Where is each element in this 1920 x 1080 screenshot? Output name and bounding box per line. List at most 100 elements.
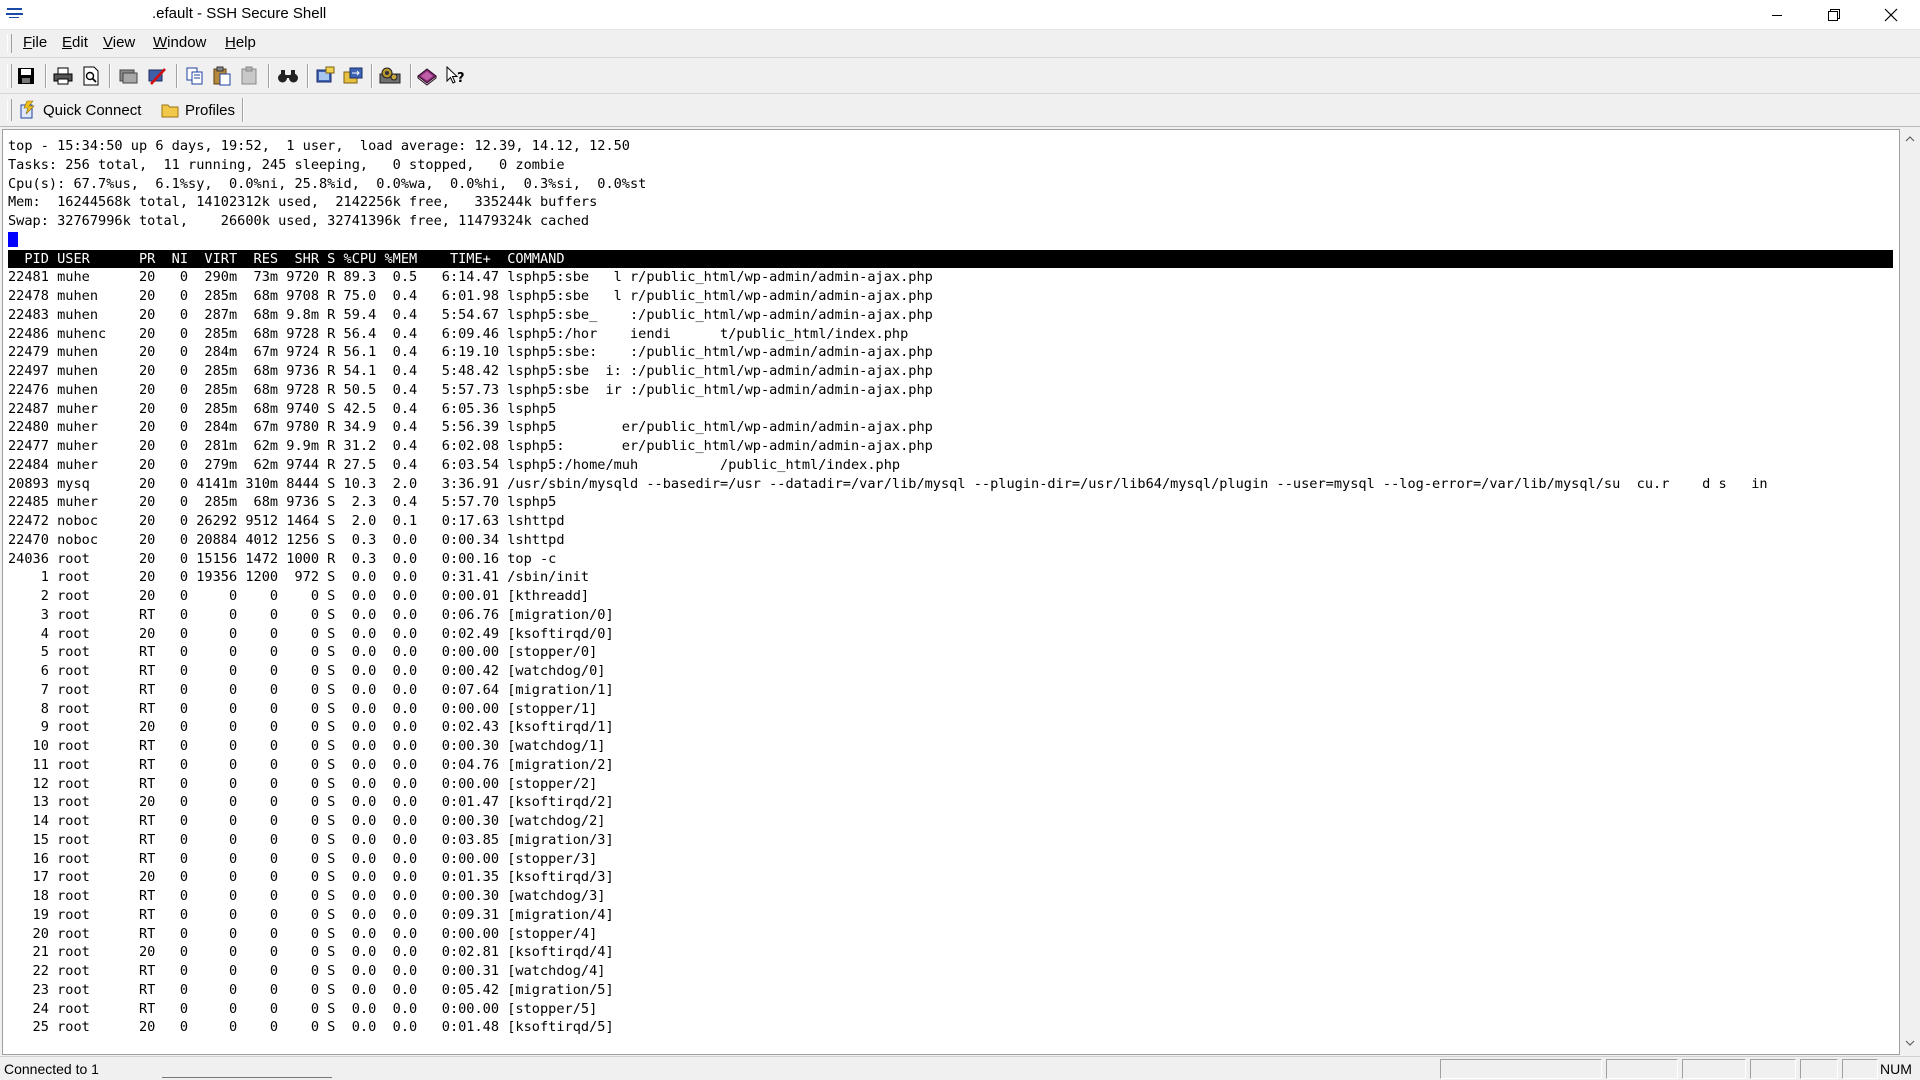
process-row: 19 root RT 0 0 0 0 S 0.0 0.0 0:09.31 [mi… <box>8 906 614 923</box>
window-title: .efault - SSH Secure Shell <box>152 5 327 22</box>
copy-icon <box>186 67 203 85</box>
process-row: 22476 muhen 20 0 285m 68m 9728 R 50.5 0.… <box>8 381 933 398</box>
toolbar: ? <box>0 58 1920 94</box>
status-pane <box>1750 1059 1796 1079</box>
scroll-thumb[interactable] <box>1903 151 1917 1031</box>
profiles-button[interactable]: Profiles <box>161 98 235 122</box>
process-row: 17 root 20 0 0 0 0 S 0.0 0.0 0:01.35 [ks… <box>8 869 614 886</box>
status-pane <box>1440 1059 1602 1079</box>
process-row: 22485 muher 20 0 285m 68m 9736 S 2.3 0.4… <box>8 494 557 511</box>
paste-disabled-button[interactable] <box>238 64 262 88</box>
restore-button[interactable] <box>1805 0 1862 29</box>
process-row: 18 root RT 0 0 0 0 S 0.0 0.0 0:00.30 [wa… <box>8 888 606 904</box>
process-row: 24036 root 20 0 15156 1472 1000 R 0.3 0.… <box>8 550 557 567</box>
disconnect-icon <box>148 68 166 85</box>
process-row: 5 root RT 0 0 0 0 S 0.0 0.0 0:00.00 [sto… <box>8 644 598 661</box>
whats-this-icon: ? <box>446 66 465 86</box>
num-lock-indicator: NUM <box>1880 1061 1912 1077</box>
terminal-output: top - 15:34:50 up 6 days, 19:52, 1 user,… <box>8 137 1898 1037</box>
print-preview-button[interactable] <box>79 64 103 88</box>
process-row: 22483 muhen 20 0 287m 68m 9.8m R 59.4 0.… <box>8 306 933 323</box>
file-transfer-button[interactable] <box>341 64 365 88</box>
save-button[interactable] <box>14 64 38 88</box>
copy-button[interactable] <box>183 64 207 88</box>
find-button[interactable] <box>276 64 300 88</box>
menu-view[interactable]: View <box>101 34 137 51</box>
terminal-area[interactable]: top - 15:34:50 up 6 days, 19:52, 1 user,… <box>2 129 1900 1055</box>
process-row: 8 root RT 0 0 0 0 S 0.0 0.0 0:00.00 [sto… <box>8 700 598 717</box>
quick-connect-bar: Quick Connect Profiles <box>0 94 1920 127</box>
title-bar[interactable]: .efault - SSH Secure Shell <box>0 0 1920 30</box>
whats-this-button[interactable]: ? <box>443 64 467 88</box>
menu-edit[interactable]: Edit <box>60 34 90 51</box>
new-terminal-button[interactable] <box>313 64 337 88</box>
terminal-cursor <box>8 232 18 248</box>
toolbar-separator <box>268 64 270 88</box>
print-preview-icon <box>83 66 99 86</box>
quickbar-separator <box>242 98 244 122</box>
process-table-header: PID USER PR NI VIRT RES SHR S %CPU %MEM … <box>8 249 1893 269</box>
menu-bar: File Edit View Window Help <box>0 30 1920 58</box>
close-icon <box>1884 8 1897 21</box>
process-row: 22486 muhenc 20 0 285m 68m 9728 R 56.4 0… <box>8 325 909 342</box>
quick-connect-button[interactable]: Quick Connect <box>19 98 141 122</box>
toolbar-separator <box>109 64 111 88</box>
process-row: 2 root 20 0 0 0 0 S 0.0 0.0 0:00.01 [kth… <box>8 588 590 604</box>
minimize-button[interactable] <box>1748 0 1805 29</box>
quick-connect-label: Quick Connect <box>43 101 142 119</box>
settings-icon <box>379 67 401 84</box>
process-row: 4 root 20 0 0 0 0 S 0.0 0.0 0:02.49 [kso… <box>8 625 614 642</box>
scroll-down-button[interactable] <box>1900 1033 1920 1053</box>
new-terminal-icon <box>316 66 335 83</box>
menu-help[interactable]: Help <box>223 34 258 51</box>
status-pane <box>1606 1059 1678 1079</box>
close-button[interactable] <box>1862 0 1919 29</box>
process-row: 20893 mysq 20 0 4141m 310m 8444 S 10.3 2… <box>8 475 1768 492</box>
process-row: 20 root RT 0 0 0 0 S 0.0 0.0 0:00.00 [st… <box>8 925 598 942</box>
new-file-transfer-button[interactable] <box>116 64 140 88</box>
process-row: 7 root RT 0 0 0 0 S 0.0 0.0 0:07.64 [mig… <box>8 681 614 698</box>
process-row: 22481 muhe 20 0 290m 73m 9720 R 89.3 0.5… <box>8 269 933 286</box>
process-row: 22477 muher 20 0 281m 62m 9.9m R 31.2 0.… <box>8 438 933 454</box>
print-button[interactable] <box>51 64 75 88</box>
status-pane <box>1682 1059 1746 1079</box>
settings-button[interactable] <box>378 64 402 88</box>
ssh-client-window: .efault - SSH Secure Shell File Edit Vie… <box>0 0 1920 1080</box>
process-row: 23 root RT 0 0 0 0 S 0.0 0.0 0:05.42 [mi… <box>8 981 614 998</box>
chevron-up-icon <box>1905 136 1915 142</box>
disconnect-button[interactable] <box>145 64 169 88</box>
toolbar-separator <box>176 64 178 88</box>
paste-disabled-icon <box>241 66 257 85</box>
process-row: 22484 muher 20 0 279m 62m 9744 R 27.5 0.… <box>8 456 901 473</box>
menubar-grip[interactable] <box>7 34 12 53</box>
process-row: 22478 muhen 20 0 285m 68m 9708 R 75.0 0.… <box>8 288 933 304</box>
toolbar-separator <box>371 64 373 88</box>
process-row: 22472 noboc 20 0 26292 9512 1464 S 2.0 0… <box>8 513 565 529</box>
quick-connect-icon <box>19 100 37 120</box>
process-table: 22481 muhe 20 0 290m 73m 9720 R 89.3 0.5… <box>8 268 1898 1037</box>
process-row: 22497 muhen 20 0 285m 68m 9736 R 54.1 0.… <box>8 363 933 379</box>
scroll-up-button[interactable] <box>1900 129 1920 149</box>
process-row: 25 root 20 0 0 0 0 S 0.0 0.0 0:01.48 [ks… <box>8 1019 614 1036</box>
paste-button[interactable] <box>210 64 234 88</box>
process-row: 12 root RT 0 0 0 0 S 0.0 0.0 0:00.00 [st… <box>8 775 598 792</box>
svg-text:?: ? <box>457 71 465 86</box>
menu-file[interactable]: File <box>21 34 49 51</box>
process-row: 22470 noboc 20 0 20884 4012 1256 S 0.3 0… <box>8 531 565 548</box>
process-row: 22480 muher 20 0 284m 67m 9780 R 34.9 0.… <box>8 419 933 436</box>
menu-window[interactable]: Window <box>151 34 208 51</box>
process-row: 6 root RT 0 0 0 0 S 0.0 0.0 0:00.42 [wat… <box>8 663 606 679</box>
process-row: 14 root RT 0 0 0 0 S 0.0 0.0 0:00.30 [wa… <box>8 813 606 829</box>
print-icon <box>53 67 73 85</box>
paste-icon <box>213 66 231 86</box>
toolbar-grip[interactable] <box>7 64 12 88</box>
process-row: 22487 muher 20 0 285m 68m 9740 S 42.5 0.… <box>8 400 557 417</box>
quickbar-grip[interactable] <box>7 99 12 121</box>
vertical-scrollbar[interactable] <box>1900 129 1920 1055</box>
help-book-button[interactable] <box>415 64 439 88</box>
terminal-prompt-line <box>8 231 1898 250</box>
process-row: 16 root RT 0 0 0 0 S 0.0 0.0 0:00.00 [st… <box>8 850 598 867</box>
terminal-line: Mem: 16244568k total, 14102312k used, 21… <box>8 194 598 211</box>
app-icon[interactable] <box>6 6 24 20</box>
toolbar-separator <box>45 64 47 88</box>
